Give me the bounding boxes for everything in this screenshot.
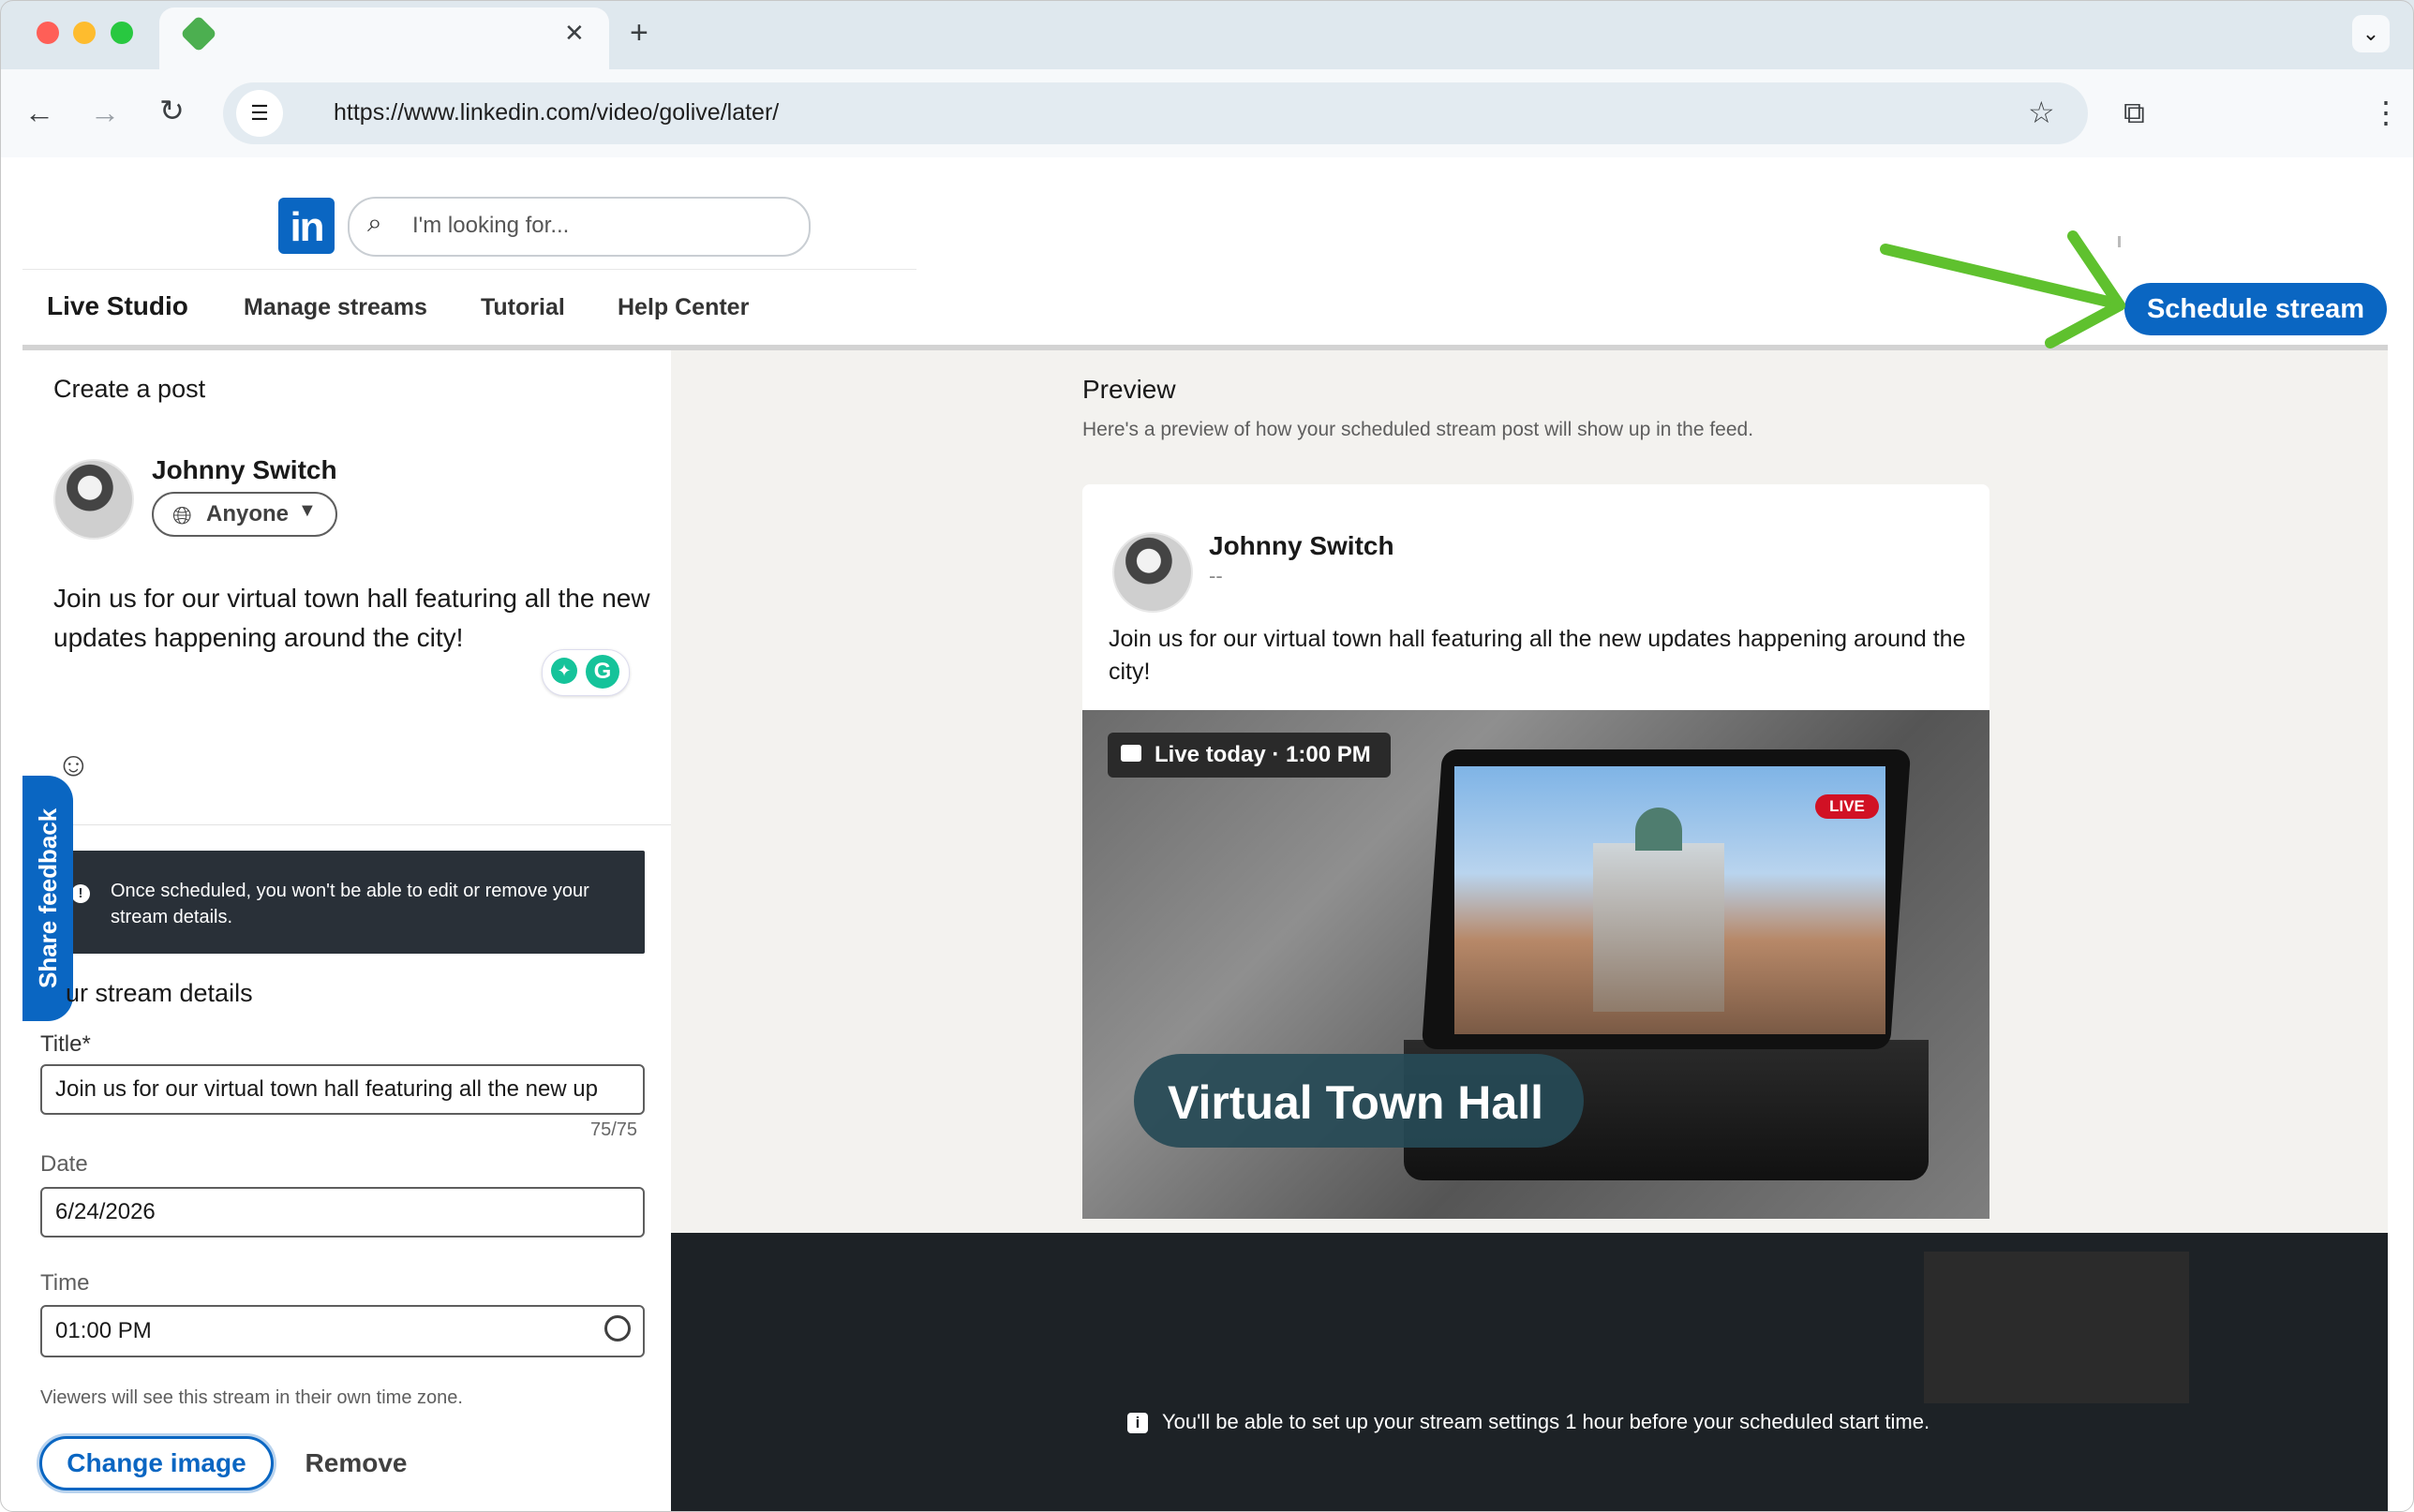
grammarly-icon[interactable]: G [586, 655, 619, 689]
change-image-button[interactable]: Change image [39, 1436, 274, 1490]
tab-help-center[interactable]: Help Center [618, 294, 749, 321]
post-text[interactable]: Join us for our virtual town hall featur… [53, 579, 653, 658]
time-label: Time [40, 1270, 90, 1296]
title-input[interactable]: Join us for our virtual town hall featur… [40, 1064, 645, 1115]
video-camera-icon [1121, 745, 1141, 762]
tab-close-icon[interactable]: ✕ [564, 21, 585, 45]
time-input[interactable]: 01:00 PM [40, 1305, 645, 1357]
warning-icon: ! [71, 884, 90, 903]
green-arrow-annotation [1880, 230, 2125, 348]
url-text[interactable]: https://www.linkedin.com/video/golive/la… [334, 99, 779, 126]
caret-down-icon: ▼ [298, 500, 317, 521]
timezone-note: Viewers will see this stream in their ow… [40, 1387, 463, 1408]
forward-arrow-icon[interactable]: → [90, 97, 120, 127]
clock-icon[interactable] [604, 1315, 631, 1342]
nav-divider [22, 269, 916, 270]
tab-live-studio[interactable]: Live Studio [47, 291, 188, 321]
search-icon: ⌕ [367, 208, 382, 237]
live-badge: LIVE [1815, 794, 1879, 819]
placeholder-box [1924, 1252, 2189, 1403]
bookmark-star-icon[interactable]: ☆ [2028, 97, 2055, 127]
stream-settings-note: You'll be able to set up your stream set… [1162, 1410, 1930, 1433]
card-post-text: Join us for our virtual town hall featur… [1109, 626, 1966, 685]
author-name: Johnny Switch [152, 455, 337, 484]
visibility-label: Anyone [206, 501, 290, 526]
card-author-headline: -- [1209, 564, 1223, 587]
character-count: 75/75 [590, 1119, 638, 1140]
preview-subtitle: Here's a preview of how your scheduled s… [1082, 419, 1754, 440]
thumbnail-dome [1635, 808, 1682, 851]
date-label: Date [40, 1151, 88, 1177]
thumbnail-title: Virtual Town Hall [1168, 1076, 1543, 1129]
schedule-stream-button[interactable]: Schedule stream [2124, 283, 2387, 335]
card-avatar [1112, 532, 1193, 613]
warning-text: Once scheduled, you won't be able to edi… [111, 881, 589, 927]
preview-title: Preview [1082, 375, 1176, 404]
title-label: Title* [40, 1031, 91, 1057]
reload-icon[interactable]: ↻ [159, 96, 185, 126]
site-settings-icon[interactable]: ☰ [236, 90, 283, 137]
lightbulb-icon[interactable]: ✦ [551, 658, 577, 684]
extensions-icon[interactable]: ⧉ [2123, 97, 2145, 127]
browser-tab[interactable] [159, 7, 609, 73]
tab-manage-streams[interactable]: Manage streams [244, 294, 427, 321]
stream-details-heading: ur stream details [66, 979, 253, 1007]
thumbnail-building [1593, 843, 1724, 1012]
close-window-button[interactable] [37, 22, 59, 44]
maximize-window-button[interactable] [111, 22, 133, 44]
minimize-window-button[interactable] [73, 22, 96, 44]
avatar [53, 459, 134, 540]
globe-icon: 🌐︎ [172, 501, 192, 529]
linkedin-logo[interactable]: in [278, 198, 335, 254]
card-author-name: Johnny Switch [1209, 531, 1394, 560]
section-divider [22, 824, 671, 825]
tab-tutorial[interactable]: Tutorial [481, 294, 565, 321]
new-tab-icon[interactable]: + [630, 17, 648, 49]
divider-mark [2118, 236, 2121, 247]
search-placeholder: I'm looking for... [412, 213, 570, 238]
create-post-heading: Create a post [53, 375, 206, 403]
back-arrow-icon[interactable]: ← [24, 97, 54, 127]
date-input[interactable]: 6/24/2026 [40, 1187, 645, 1238]
live-today-text: Live today · 1:00 PM [1155, 742, 1371, 767]
tab-search-icon[interactable]: ⌄ [2352, 15, 2390, 52]
remove-button[interactable]: Remove [291, 1436, 422, 1490]
browser-menu-icon[interactable]: ⋮ [2371, 97, 2401, 127]
info-icon: i [1127, 1413, 1148, 1433]
